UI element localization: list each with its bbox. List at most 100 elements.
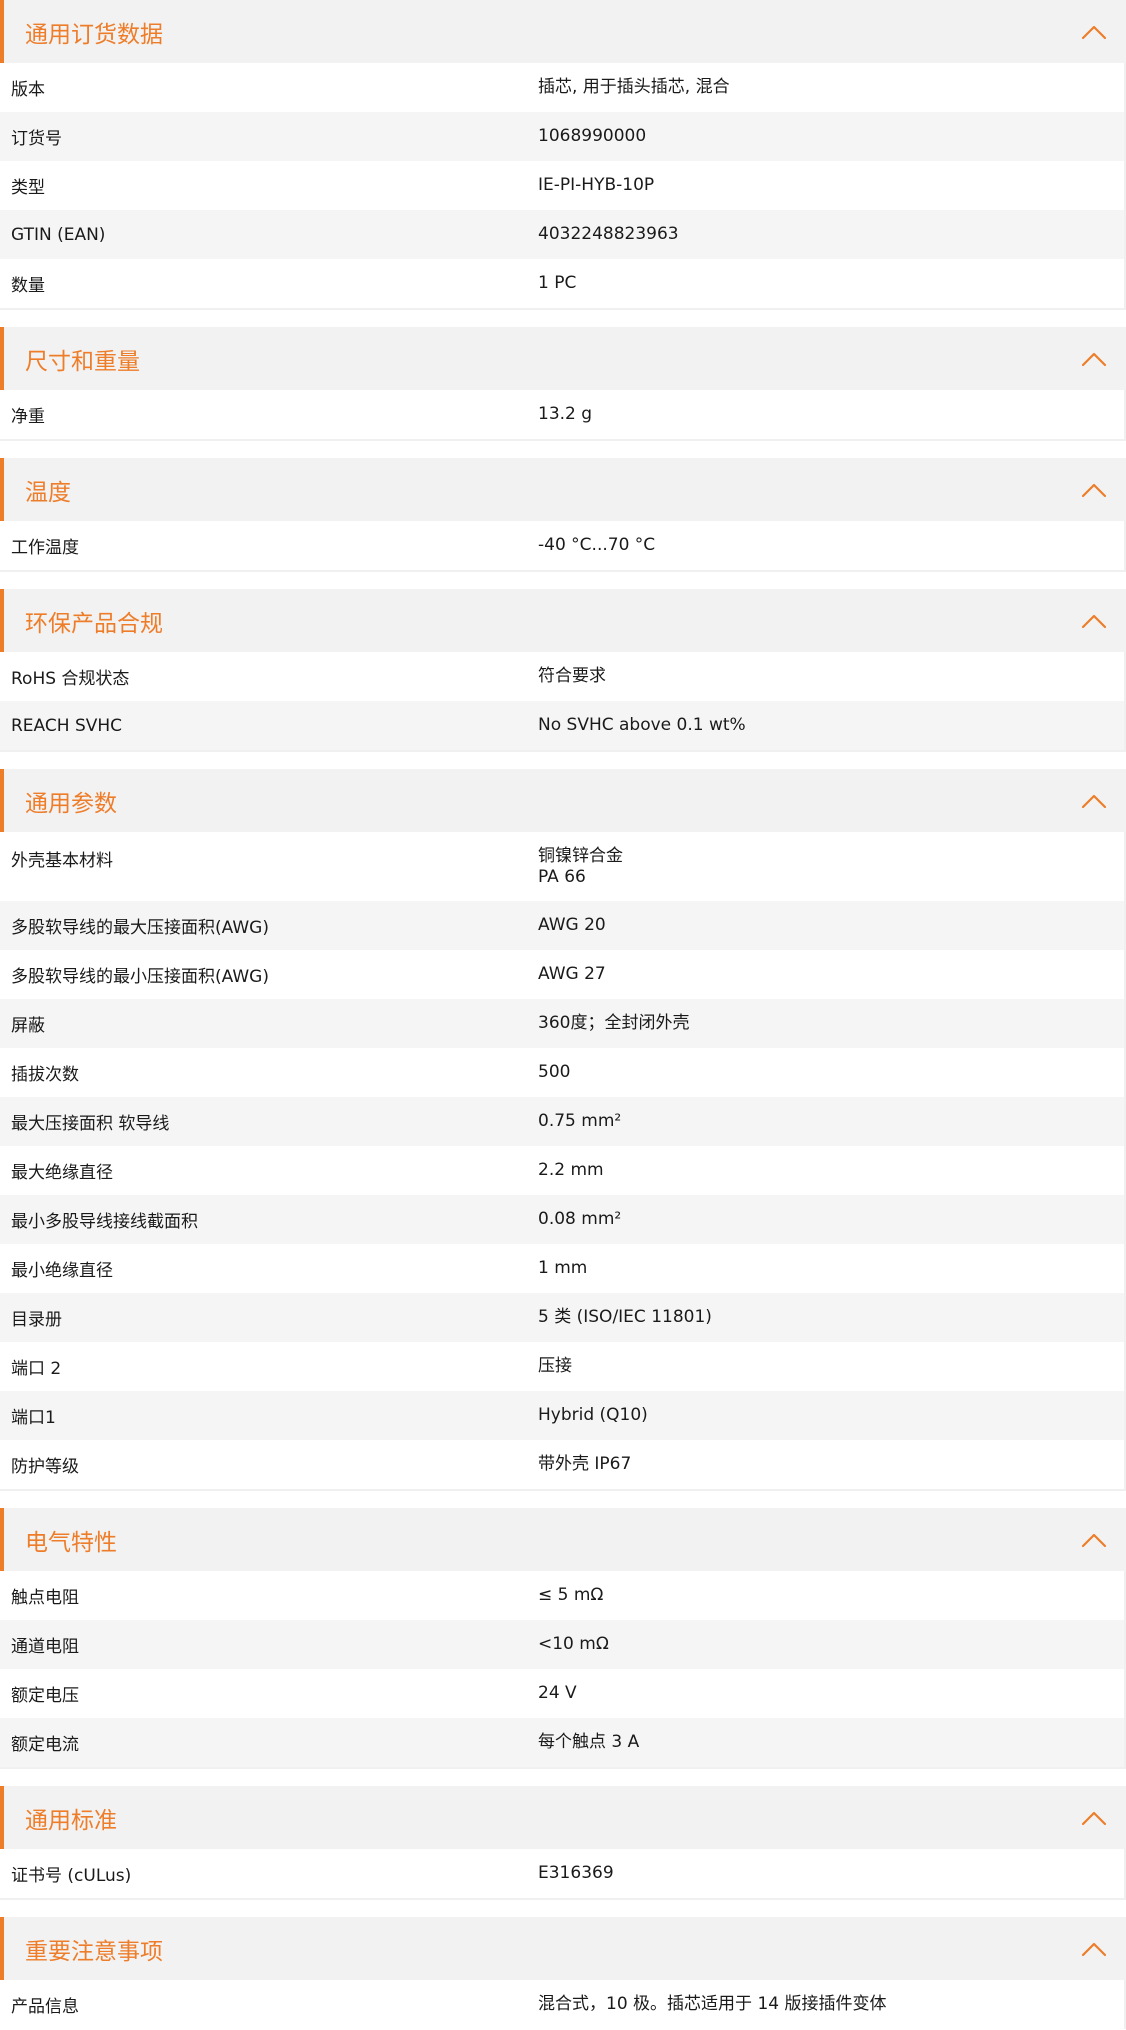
spec-label: REACH SVHC <box>11 715 123 736</box>
section-6: 通用标准证书号 (cULus) E316369 <box>0 1786 1126 1900</box>
spec-value-line: IE-PI-HYB-10P <box>538 175 655 195</box>
section-header[interactable]: 温度 <box>0 458 1126 521</box>
spec-label: RoHS 合规状态 <box>11 669 130 689</box>
spec-value: AWG 27 <box>538 964 1124 985</box>
spec-table: 外壳基本材料 铜镍锌合金 PA 66 多股软导线的最大压接面积(AWG) AWG 20 多… <box>0 832 1126 1491</box>
chevron-up-icon[interactable] <box>1074 601 1114 641</box>
spec-row: 订货号 1068990000 <box>0 112 1124 161</box>
spec-row: 证书号 (cULus) E316369 <box>0 1849 1124 1898</box>
section-title: 电气特性 <box>25 1529 117 1556</box>
spec-table: 证书号 (cULus) E316369 <box>0 1849 1126 1900</box>
spec-value: 1 PC <box>538 273 1124 294</box>
spec-value: 压接 <box>538 1356 1124 1377</box>
spec-value: 混合式，10 极。插芯适用于 14 版接插件变体 <box>538 1994 1124 2015</box>
spec-row: 产品信息 混合式，10 极。插芯适用于 14 版接插件变体 <box>0 1980 1124 2029</box>
spec-value: 13.2 g <box>538 404 1124 425</box>
chevron-up-icon[interactable] <box>1074 781 1114 821</box>
spec-row: REACH SVHC No SVHC above 0.1 wt% <box>0 701 1124 750</box>
spec-label: 插拔次数 <box>11 1065 79 1085</box>
spec-value: 2.2 mm <box>538 1160 1124 1181</box>
spec-value-line: 0.75 mm² <box>538 1111 622 1131</box>
spec-value-line: PA 66 <box>538 867 586 887</box>
section-header[interactable]: 电气特性 <box>0 1508 1126 1571</box>
chevron-up-icon[interactable] <box>1074 1520 1114 1560</box>
spec-label: 屏蔽 <box>11 1016 45 1036</box>
section-header[interactable]: 环保产品合规 <box>0 589 1126 652</box>
chevron-up-icon[interactable] <box>1074 1798 1114 1838</box>
spec-label: 多股软导线的最小压接面积(AWG) <box>11 967 269 987</box>
spec-table: 工作温度 -40 °C...70 °C <box>0 521 1126 572</box>
spec-value-line: 0.08 mm² <box>538 1209 622 1229</box>
spec-value-line: 1 PC <box>538 273 577 293</box>
spec-label: GTIN (EAN) <box>11 224 106 245</box>
section-title: 通用订货数据 <box>25 21 163 48</box>
spec-value: 符合要求 <box>538 666 1124 687</box>
spec-row: 外壳基本材料 铜镍锌合金 PA 66 <box>0 832 1124 901</box>
spec-row: 净重 13.2 g <box>0 390 1124 439</box>
spec-label: 最小多股导线接线截面积 <box>11 1212 198 1232</box>
spec-value: 5 类 (ISO/IEC 11801) <box>538 1307 1124 1328</box>
spec-row: 屏蔽 360度；全封闭外壳 <box>0 999 1124 1048</box>
spec-row: 版本 插芯, 用于插头插芯, 混合 <box>0 63 1124 112</box>
spec-value-line: 1068990000 <box>538 126 647 146</box>
spec-row: 插拔次数 500 <box>0 1048 1124 1097</box>
spec-label: 产品信息 <box>11 1997 79 2017</box>
spec-value: 0.75 mm² <box>538 1111 1124 1132</box>
spec-value-line: 4032248823963 <box>538 224 679 244</box>
spec-row: 数量 1 PC <box>0 259 1124 308</box>
section-title: 尺寸和重量 <box>25 348 140 375</box>
spec-row: GTIN (EAN) 4032248823963 <box>0 210 1124 259</box>
section-header[interactable]: 通用订货数据 <box>0 0 1126 63</box>
spec-value: 插芯, 用于插头插芯, 混合 <box>538 77 1124 98</box>
spec-row: 额定电流 每个触点 3 A <box>0 1718 1124 1767</box>
section-1: 尺寸和重量净重 13.2 g <box>0 327 1126 441</box>
section-title: 通用标准 <box>25 1807 117 1834</box>
spec-label: 端口 2 <box>11 1359 62 1379</box>
spec-label: 多股软导线的最大压接面积(AWG) <box>11 918 269 938</box>
spec-value: 铜镍锌合金 PA 66 <box>538 846 1124 888</box>
spec-row: 目录册 5 类 (ISO/IEC 11801) <box>0 1293 1124 1342</box>
spec-value-line: 混合式，10 极。插芯适用于 14 版接插件变体 <box>538 1994 887 2014</box>
spec-label: 额定电流 <box>11 1735 79 1755</box>
spec-row: 最大绝缘直径 2.2 mm <box>0 1146 1124 1195</box>
section-header[interactable]: 通用标准 <box>0 1786 1126 1849</box>
section-4: 通用参数 外壳基本材料 铜镍锌合金 PA 66 多股软导线的最大压接面积(AWG) AWG… <box>0 769 1126 1491</box>
spec-value: 1 mm <box>538 1258 1124 1279</box>
spec-row: 端口 2 压接 <box>0 1342 1124 1391</box>
spec-row: 多股软导线的最小压接面积(AWG) AWG 27 <box>0 950 1124 999</box>
spec-label: 防护等级 <box>11 1457 79 1477</box>
spec-table: RoHS 合规状态 符合要求 REACH SVHC No SVHC above 0.1… <box>0 652 1126 752</box>
spec-value-line: 插芯, 用于插头插芯, 混合 <box>538 77 730 97</box>
section-header[interactable]: 尺寸和重量 <box>0 327 1126 390</box>
spec-value-line: ≤ 5 mΩ <box>538 1585 604 1605</box>
chevron-up-icon[interactable] <box>1074 1929 1114 1969</box>
spec-row: RoHS 合规状态 符合要求 <box>0 652 1124 701</box>
spec-label: 证书号 (cULus) <box>11 1866 132 1886</box>
spec-value: E316369 <box>538 1863 1124 1884</box>
chevron-up-icon[interactable] <box>1074 339 1114 379</box>
spec-label: 最小绝缘直径 <box>11 1261 113 1281</box>
spec-value: Hybrid (Q10) <box>538 1405 1124 1426</box>
spec-row: 通道电阻 <10 mΩ <box>0 1620 1124 1669</box>
spec-value: -40 °C...70 °C <box>538 535 1124 556</box>
section-7: 重要注意事项产品信息 混合式，10 极。插芯适用于 14 版接插件变体 <box>0 1917 1126 2029</box>
section-header[interactable]: 通用参数 <box>0 769 1126 832</box>
spec-value-line: 24 V <box>538 1683 577 1703</box>
spec-value-line: 360度；全封闭外壳 <box>538 1013 690 1033</box>
spec-value-line: No SVHC above 0.1 wt% <box>538 715 746 735</box>
section-title: 重要注意事项 <box>25 1938 163 1965</box>
spec-value-line: 2.2 mm <box>538 1160 604 1180</box>
spec-label: 净重 <box>11 407 45 427</box>
spec-label: 类型 <box>11 178 45 198</box>
section-header[interactable]: 重要注意事项 <box>0 1917 1126 1980</box>
spec-row: 额定电压 24 V <box>0 1669 1124 1718</box>
spec-value-line: 带外壳 IP67 <box>538 1454 632 1474</box>
spec-table: 净重 13.2 g <box>0 390 1126 441</box>
chevron-up-icon[interactable] <box>1074 470 1114 510</box>
spec-label: 最大绝缘直径 <box>11 1163 113 1183</box>
spec-value-line: Hybrid (Q10) <box>538 1405 648 1425</box>
spec-value-line: 1 mm <box>538 1258 588 1278</box>
spec-value: IE-PI-HYB-10P <box>538 175 1124 196</box>
spec-value: <10 mΩ <box>538 1634 1124 1655</box>
chevron-up-icon[interactable] <box>1074 12 1114 52</box>
